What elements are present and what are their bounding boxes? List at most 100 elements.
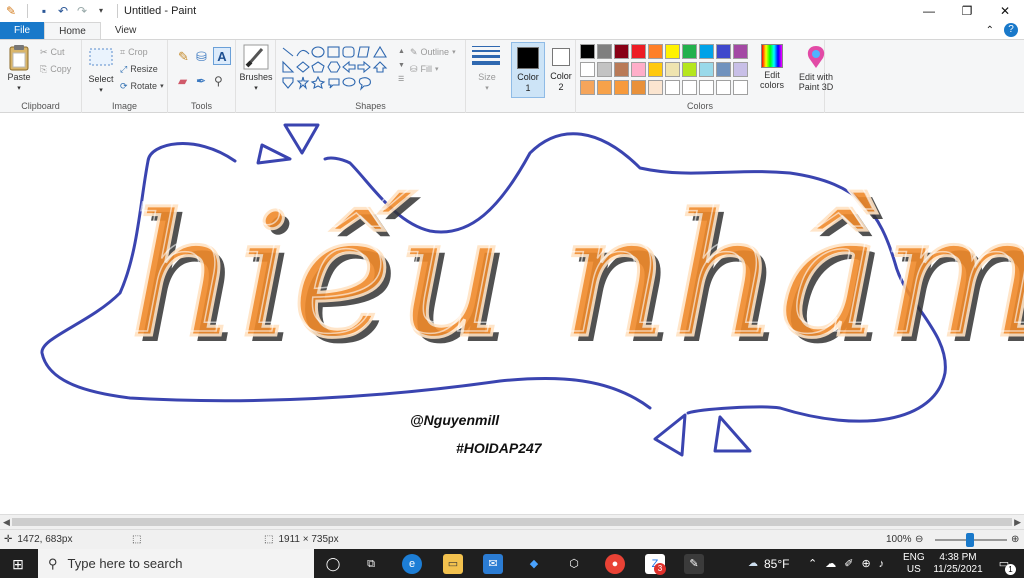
color-swatch[interactable] <box>648 80 663 95</box>
color-swatch[interactable] <box>631 80 646 95</box>
scrollbar-thumb[interactable] <box>12 518 1012 526</box>
canvas-drawing[interactable]: hiếu nhầm hiếu nhầm hiếu nhầm @Nguyenmil… <box>0 113 1024 514</box>
clock[interactable]: 4:38 PM 11/25/2021 <box>932 549 984 578</box>
select-button[interactable]: Select ▾ <box>86 46 116 94</box>
color-swatch[interactable] <box>648 44 663 59</box>
undo-icon[interactable]: ↶ <box>56 4 70 18</box>
color-swatch[interactable] <box>614 44 629 59</box>
customize-qat-icon[interactable]: ▾ <box>94 4 108 18</box>
paint-app-icon[interactable]: ✎ <box>4 4 18 18</box>
size-group[interactable]: Size ▾ <box>466 40 508 113</box>
color-swatch[interactable] <box>597 62 612 77</box>
color-swatch[interactable] <box>614 62 629 77</box>
color-swatch[interactable] <box>580 62 595 77</box>
color-swatch[interactable] <box>733 44 748 59</box>
color-swatch[interactable] <box>665 62 680 77</box>
task-view-icon[interactable]: ⧉ <box>361 554 381 574</box>
color-swatch[interactable] <box>648 62 663 77</box>
taskbar-search[interactable]: ⚲ Type here to search <box>38 549 314 578</box>
color-swatch[interactable] <box>699 62 714 77</box>
minimize-button[interactable]: — <box>910 0 948 22</box>
horizontal-scrollbar[interactable]: ◀ ▶ <box>0 514 1024 529</box>
text-tool-icon[interactable]: A <box>213 47 231 65</box>
file-explorer-icon[interactable]: ▭ <box>443 554 463 574</box>
color-swatch[interactable] <box>580 44 595 59</box>
edge-browser-icon[interactable]: e <box>402 554 422 574</box>
restore-button[interactable]: ❐ <box>948 0 986 22</box>
brushes-button[interactable]: Brushes ▾ <box>239 44 273 92</box>
color-swatch[interactable] <box>716 80 731 95</box>
zoom-in-icon[interactable]: ⊕ <box>1011 530 1019 550</box>
zoom-out-icon[interactable]: ⊖ <box>915 530 923 550</box>
pen-icon[interactable]: ✐ <box>844 557 853 570</box>
eraser-icon[interactable]: ▰ <box>178 74 187 88</box>
tab-home[interactable]: Home <box>44 22 101 39</box>
tab-file[interactable]: File <box>0 22 45 39</box>
shapes-scroll-up-icon[interactable]: ▲ <box>398 44 405 58</box>
paste-button[interactable]: Paste ▾ <box>4 44 34 92</box>
close-button[interactable]: ✕ <box>986 0 1024 22</box>
color-swatch[interactable] <box>716 44 731 59</box>
outline-button[interactable]: ✎ Outline ▾ <box>410 45 456 59</box>
store-app-icon[interactable]: ⬡ <box>564 554 584 574</box>
shapes-gallery[interactable] <box>280 44 400 98</box>
chrome-icon[interactable]: ● <box>605 554 625 574</box>
show-hidden-icons-icon[interactable]: ⌃ <box>808 557 817 570</box>
volume-icon[interactable]: ♪ <box>879 558 885 570</box>
shapes-scroll-down-icon[interactable]: ▼ <box>398 58 405 72</box>
tab-view[interactable]: View <box>101 22 151 39</box>
ribbon-tabs: File Home View ⌃ ? <box>0 22 1024 39</box>
color-swatch[interactable] <box>699 80 714 95</box>
mail-icon[interactable]: ✉ <box>483 554 503 574</box>
edit-with-paint3d-button[interactable]: Edit with Paint 3D <box>794 44 838 92</box>
drawing-canvas[interactable]: hiếu nhầm hiếu nhầm hiếu nhầm @Nguyenmil… <box>0 113 1024 514</box>
color-swatch[interactable] <box>733 80 748 95</box>
color-picker-icon[interactable]: ✒ <box>196 74 206 88</box>
network-icon[interactable]: ⊕ <box>861 557 870 570</box>
redo-icon[interactable]: ↷ <box>75 4 89 18</box>
color-swatch[interactable] <box>699 44 714 59</box>
magnifier-icon[interactable]: ⚲ <box>214 74 223 88</box>
shapes-more-icon[interactable]: ☰ <box>398 72 404 86</box>
paint-taskbar-icon[interactable]: ✎ <box>684 554 704 574</box>
color2-button[interactable]: Color 2 <box>547 42 575 98</box>
collapse-ribbon-icon[interactable]: ⌃ <box>986 23 994 38</box>
color-swatch[interactable] <box>665 44 680 59</box>
save-icon[interactable]: ▪ <box>37 4 51 18</box>
color-swatch[interactable] <box>716 62 731 77</box>
crop-button[interactable]: ⌗ Crop <box>120 45 148 59</box>
rotate-button[interactable]: ⟳ Rotate ▾ <box>120 79 164 93</box>
resize-button[interactable]: ⤢ Resize <box>120 62 158 76</box>
help-icon[interactable]: ? <box>1004 23 1018 37</box>
color-swatch[interactable] <box>614 80 629 95</box>
color-swatch[interactable] <box>682 80 697 95</box>
windows-start-icon[interactable]: ⊞ <box>8 554 28 574</box>
color-swatch[interactable] <box>580 80 595 95</box>
brush-icon <box>243 44 269 70</box>
color-swatch[interactable] <box>631 62 646 77</box>
weather-widget[interactable]: ☁ 85°F <box>748 549 789 578</box>
color-swatch[interactable] <box>597 80 612 95</box>
scroll-right-icon[interactable]: ▶ <box>1014 515 1021 529</box>
pencil-icon[interactable]: ✎ <box>178 49 189 64</box>
copy-button[interactable]: ⎘ Copy <box>40 62 71 76</box>
language-indicator[interactable]: ENG US <box>903 549 925 578</box>
color-swatch[interactable] <box>597 44 612 59</box>
scroll-left-icon[interactable]: ◀ <box>3 515 10 529</box>
color-swatch[interactable] <box>682 62 697 77</box>
color-swatch[interactable] <box>682 44 697 59</box>
color-swatch[interactable] <box>631 44 646 59</box>
color-swatch[interactable] <box>733 62 748 77</box>
size-button[interactable]: Size ▾ <box>470 72 504 92</box>
color-swatch[interactable] <box>665 80 680 95</box>
brushes-group[interactable]: Brushes ▾ <box>236 40 276 113</box>
onedrive-icon[interactable]: ☁ <box>825 557 836 570</box>
fill-button[interactable]: ⛁ Fill ▾ <box>410 62 439 76</box>
zoom-slider-thumb[interactable] <box>966 533 974 547</box>
fill-bucket-icon[interactable]: ⛁ <box>196 49 207 64</box>
cortana-icon[interactable]: ◯ <box>323 554 343 574</box>
color1-button[interactable]: Color 1 <box>511 42 545 98</box>
cut-button[interactable]: ✂ Cut <box>40 45 65 59</box>
dropbox-icon[interactable]: ◆ <box>524 554 544 574</box>
edit-colors-button[interactable]: Edit colors <box>756 44 788 90</box>
